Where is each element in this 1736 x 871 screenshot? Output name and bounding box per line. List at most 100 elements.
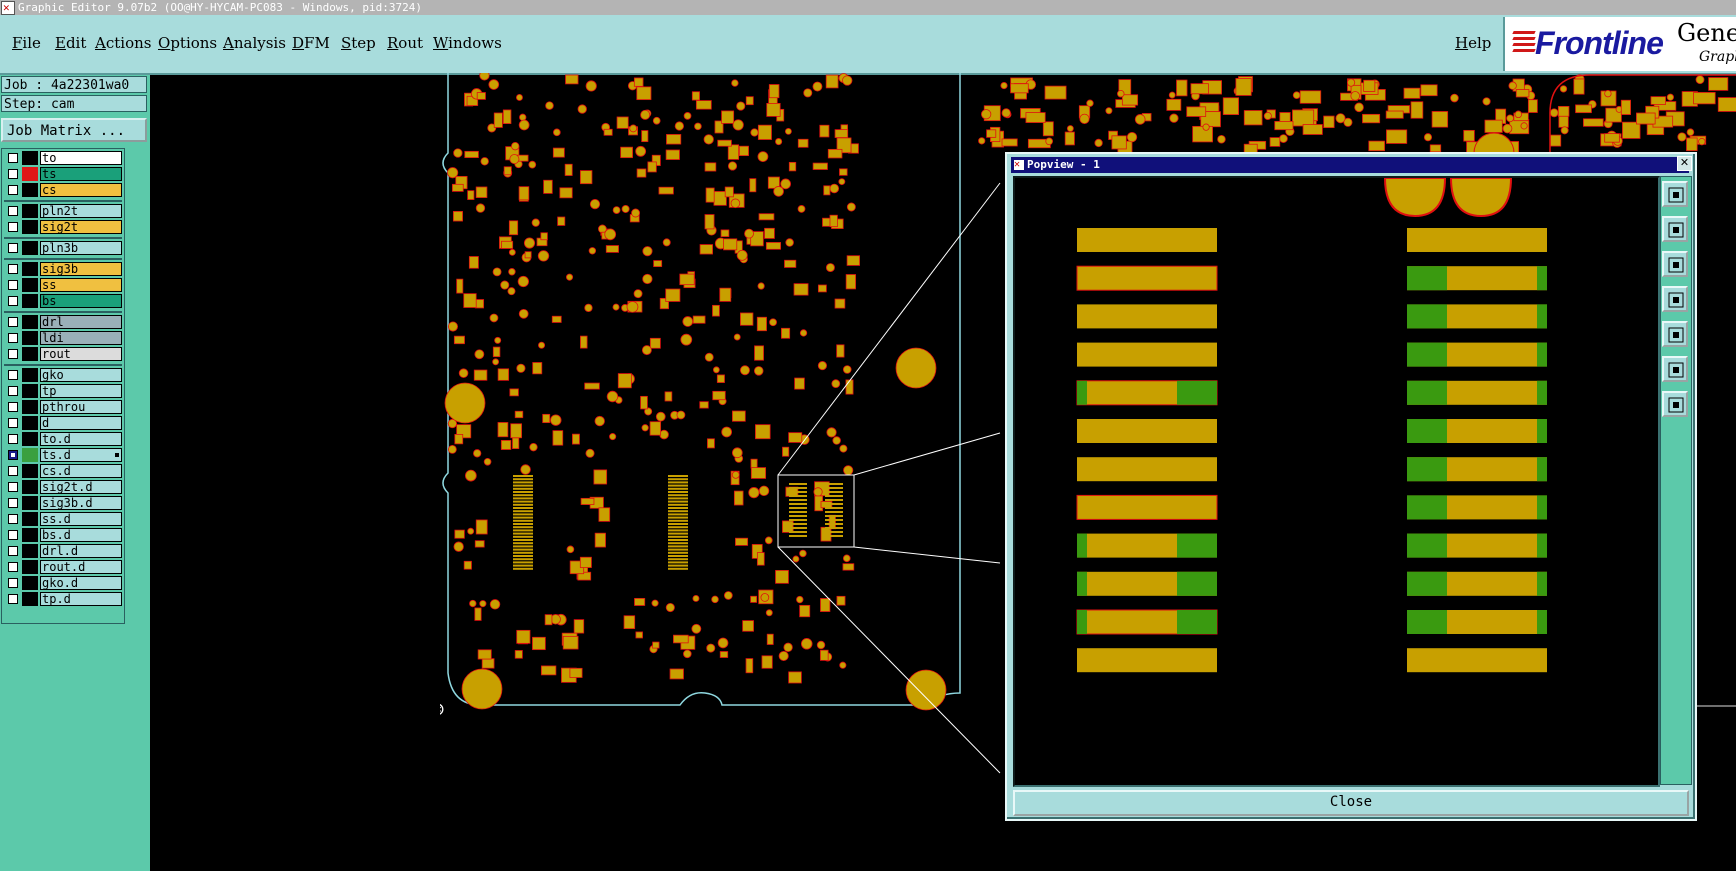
layer-row[interactable]: sig3b.d [4, 496, 122, 510]
layer-checkbox[interactable] [8, 434, 18, 444]
layer-checkbox[interactable] [8, 562, 18, 572]
layer-checkbox[interactable] [8, 222, 18, 232]
layer-checkbox[interactable] [8, 450, 18, 460]
layer-checkbox[interactable] [8, 546, 18, 556]
menu-windows[interactable]: Windows [433, 34, 502, 52]
layer-checkbox[interactable] [8, 482, 18, 492]
layer-checkbox[interactable] [8, 594, 18, 604]
layer-label[interactable]: to.d [40, 432, 122, 446]
layer-row[interactable]: drl.d [4, 544, 122, 558]
layer-color-swatch[interactable] [22, 220, 38, 234]
layer-row[interactable]: cs.d [4, 464, 122, 478]
layer-color-swatch[interactable] [22, 448, 38, 462]
layer-row[interactable]: tp.d [4, 592, 122, 606]
layer-row[interactable]: rout.d [4, 560, 122, 574]
layer-checkbox[interactable] [8, 514, 18, 524]
layer-checkbox[interactable] [8, 169, 18, 179]
menu-rout[interactable]: Rout [387, 34, 423, 52]
layer-row[interactable]: sig2t.d [4, 480, 122, 494]
menu-step[interactable]: Step [341, 34, 376, 52]
layer-label[interactable]: pthrou [40, 400, 122, 414]
move-down-button[interactable] [1662, 251, 1688, 277]
menu-options[interactable]: Options [158, 34, 217, 52]
layer-checkbox[interactable] [8, 264, 18, 274]
layer-checkbox[interactable] [8, 386, 18, 396]
layer-label[interactable]: cs [40, 183, 122, 197]
layer-color-swatch[interactable] [22, 544, 38, 558]
layer-label[interactable]: bs [40, 294, 122, 308]
menu-analysis[interactable]: Analysis [223, 34, 286, 52]
layer-color-swatch[interactable] [22, 480, 38, 494]
layer-row[interactable]: gko [4, 368, 122, 382]
layer-row[interactable]: ldi [4, 331, 122, 345]
layer-label[interactable]: gko [40, 368, 122, 382]
layer-checkbox[interactable] [8, 498, 18, 508]
menu-dfm[interactable]: DFM [292, 34, 330, 52]
layer-label[interactable]: to [40, 151, 122, 165]
layer-label[interactable]: ts [40, 167, 122, 181]
layer-checkbox[interactable] [8, 578, 18, 588]
zoom-in-button[interactable] [1662, 356, 1688, 382]
layer-label[interactable]: sig2t [40, 220, 122, 234]
layer-color-swatch[interactable] [22, 416, 38, 430]
layer-row[interactable]: drl [4, 315, 122, 329]
layer-label[interactable]: ss.d [40, 512, 122, 526]
layer-row[interactable]: to [4, 151, 122, 165]
layer-label[interactable]: gko.d [40, 576, 122, 590]
menu-edit[interactable]: Edit [55, 34, 86, 52]
layer-color-swatch[interactable] [22, 528, 38, 542]
layer-checkbox[interactable] [8, 370, 18, 380]
menu-help[interactable]: Help [1455, 34, 1491, 52]
layer-checkbox[interactable] [8, 349, 18, 359]
layer-row[interactable]: sig2t [4, 220, 122, 234]
move-left-button[interactable] [1662, 286, 1688, 312]
menu-file[interactable]: File [12, 34, 41, 52]
layer-checkbox[interactable] [8, 185, 18, 195]
layer-label[interactable]: drl [40, 315, 122, 329]
layer-row[interactable]: ts.d [4, 448, 122, 462]
layer-color-swatch[interactable] [22, 183, 38, 197]
layer-row[interactable]: bs.d [4, 528, 122, 542]
layer-checkbox[interactable] [8, 280, 18, 290]
close-icon[interactable]: ✕ [1677, 156, 1692, 171]
layer-color-swatch[interactable] [22, 167, 38, 181]
move-up-button[interactable] [1662, 216, 1688, 242]
layer-row[interactable]: gko.d [4, 576, 122, 590]
layer-checkbox[interactable] [8, 530, 18, 540]
layer-row[interactable]: pln3b [4, 241, 122, 255]
layer-label[interactable]: sig3b [40, 262, 122, 276]
layer-color-swatch[interactable] [22, 241, 38, 255]
layer-color-swatch[interactable] [22, 432, 38, 446]
layer-label[interactable]: ldi [40, 331, 122, 345]
layer-color-swatch[interactable] [22, 315, 38, 329]
layer-checkbox[interactable] [8, 317, 18, 327]
layer-row[interactable]: to.d [4, 432, 122, 446]
layer-checkbox[interactable] [8, 296, 18, 306]
zoom-out-button[interactable] [1662, 391, 1688, 417]
layer-color-swatch[interactable] [22, 512, 38, 526]
layer-color-swatch[interactable] [22, 592, 38, 606]
layer-label[interactable]: bs.d [40, 528, 122, 542]
layer-row[interactable]: ts [4, 167, 122, 181]
layer-checkbox[interactable] [8, 418, 18, 428]
layer-row[interactable]: ss [4, 278, 122, 292]
layer-checkbox[interactable] [8, 153, 18, 163]
layer-row[interactable]: pln2t [4, 204, 122, 218]
layer-row[interactable]: rout [4, 347, 122, 361]
layer-color-swatch[interactable] [22, 576, 38, 590]
layer-color-swatch[interactable] [22, 278, 38, 292]
layer-label[interactable]: rout [40, 347, 122, 361]
layer-color-swatch[interactable] [22, 384, 38, 398]
layer-row[interactable]: tp [4, 384, 122, 398]
menu-actions[interactable]: Actions [95, 34, 151, 52]
layer-color-swatch[interactable] [22, 262, 38, 276]
popview-canvas[interactable] [1013, 176, 1660, 787]
layer-color-swatch[interactable] [22, 464, 38, 478]
layer-checkbox[interactable] [8, 333, 18, 343]
layer-color-swatch[interactable] [22, 400, 38, 414]
layer-color-swatch[interactable] [22, 331, 38, 345]
layer-row[interactable]: d [4, 416, 122, 430]
layer-row[interactable]: bs [4, 294, 122, 308]
layer-label[interactable]: pln3b [40, 241, 122, 255]
layer-row[interactable]: pthrou [4, 400, 122, 414]
